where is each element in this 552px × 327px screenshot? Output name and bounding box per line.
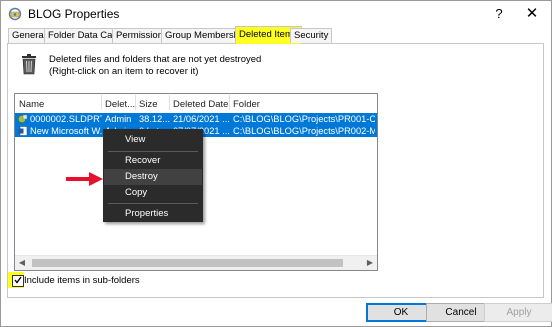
menu-item-destroy[interactable]: Destroy [104,169,202,185]
column-divider[interactable] [169,95,170,110]
context-menu: View Recover Destroy Copy Properties [103,129,203,222]
column-header-deleted-date[interactable]: Deleted Date [173,96,229,113]
item-deleted-by: Admin [105,114,132,124]
part-file-icon [18,114,28,123]
list-item[interactable]: 0000002.SLDPRT Admin 38.12... 21/06/2021… [15,113,377,125]
menu-item-recover[interactable]: Recover [104,153,202,169]
item-folder: C:\BLOG\BLOG\Projects\PR002-Manag [233,126,375,136]
menu-separator [108,151,198,152]
column-header-name[interactable]: Name [19,96,99,113]
column-divider[interactable] [101,95,102,110]
window-title: BLOG Properties [28,7,120,21]
horizontal-scrollbar[interactable]: ◀ ▶ [15,255,377,270]
item-deleted-date: 21/06/2021 ... [173,114,229,124]
column-header-deleted-by[interactable]: Delet... [105,96,135,113]
column-header-size[interactable]: Size [139,96,169,113]
checkmark-icon [14,276,22,284]
column-header-folder[interactable]: Folder [233,96,373,113]
red-arrow-icon [66,172,103,186]
help-button[interactable]: ? [489,4,509,24]
menu-item-view[interactable]: View [104,132,202,148]
scroll-right-icon[interactable]: ▶ [363,256,377,270]
info-text-line2: (Right-click on an item to recover it) [49,66,199,77]
scroll-left-icon[interactable]: ◀ [15,256,29,270]
item-folder: C:\BLOG\BLOG\Projects\PR001-Conditi [233,114,375,124]
vault-folder-icon [8,7,22,21]
apply-button[interactable]: Apply [484,303,552,322]
title-bar: BLOG Properties ? ✕ [1,1,551,27]
menu-item-copy[interactable]: Copy [104,185,202,201]
tab-security[interactable]: Security [290,28,333,43]
scrollbar-thumb[interactable] [32,259,343,267]
item-name: 0000002.SLDPRT [30,114,102,124]
include-subfolders-label[interactable]: Include items in sub-folders [24,275,140,286]
menu-separator [108,203,198,204]
item-size: 38.12... [139,114,171,124]
column-divider[interactable] [135,95,136,110]
menu-item-properties[interactable]: Properties [104,206,202,222]
item-name: New Microsoft W... [30,126,102,136]
word-document-icon [18,126,28,136]
info-text-line1: Deleted files and folders that are not y… [49,54,262,65]
close-button[interactable]: ✕ [521,4,543,24]
column-divider[interactable] [229,95,230,110]
trash-icon [22,54,36,75]
